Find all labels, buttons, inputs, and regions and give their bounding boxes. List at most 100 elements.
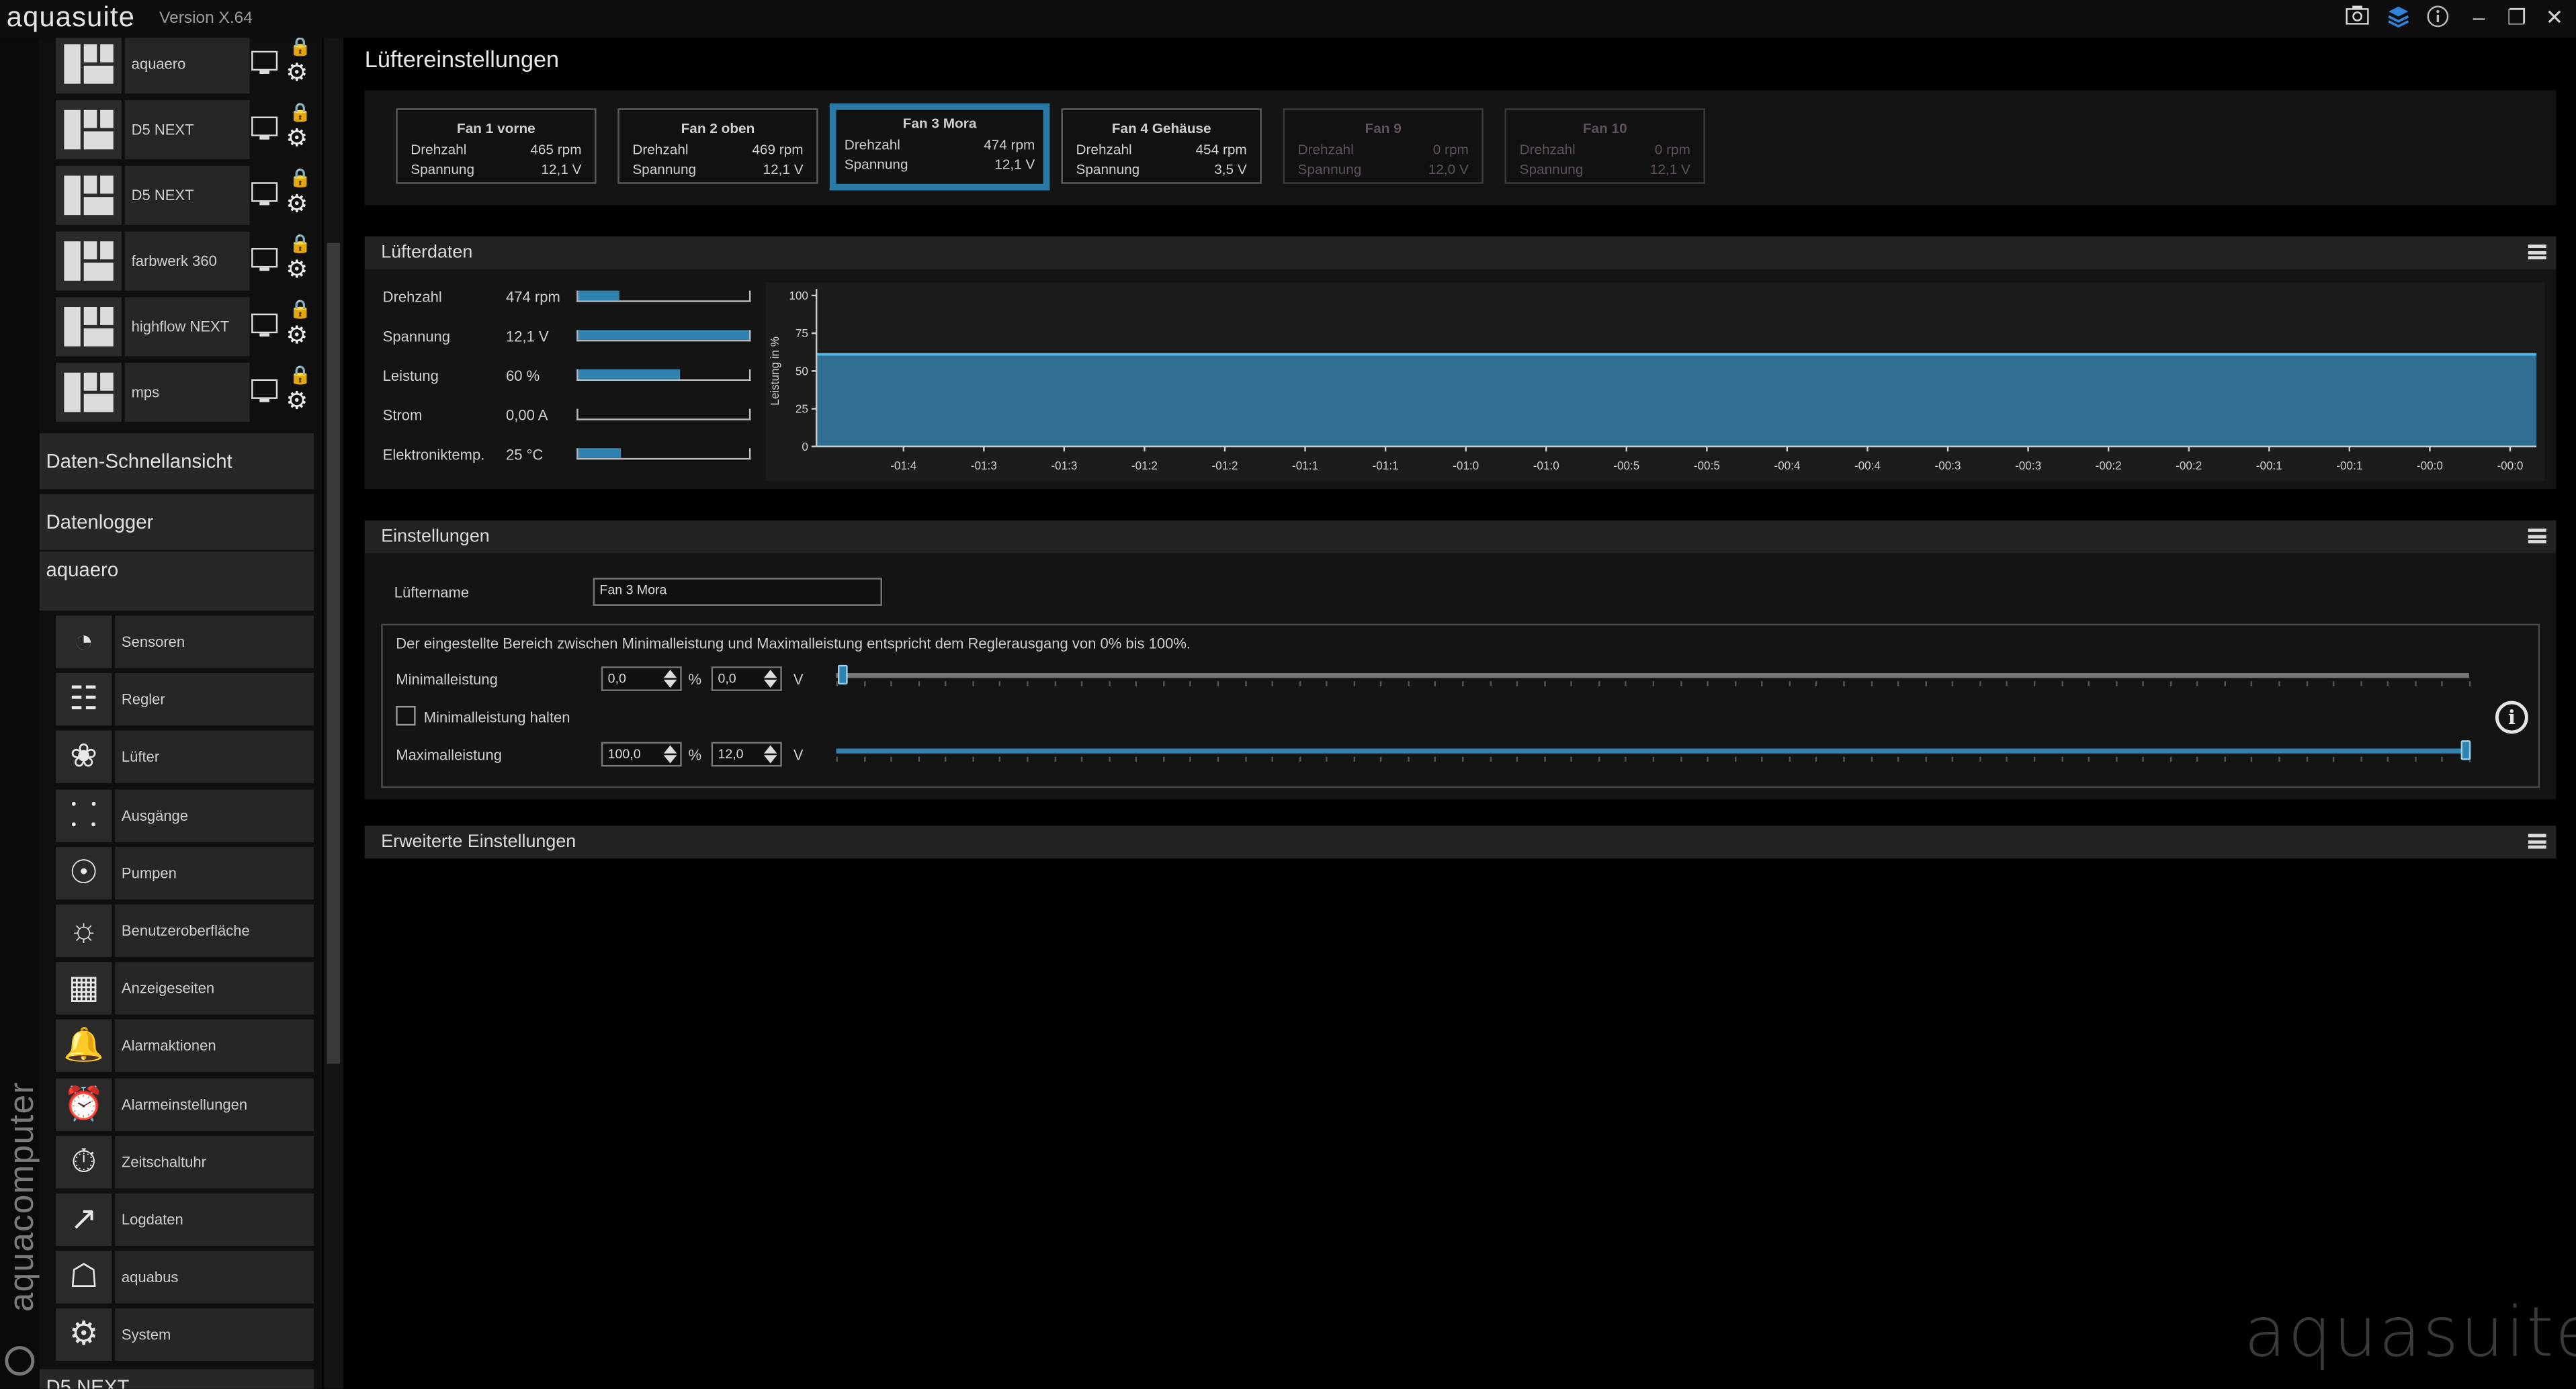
nav-group-datalogger[interactable]: Datenlogger: [39, 494, 314, 550]
network-icon[interactable]: ☖: [56, 1251, 112, 1304]
close-icon[interactable]: ✕: [2541, 5, 2567, 31]
max-percent-down-icon[interactable]: [663, 755, 677, 764]
device-row[interactable]: D5 NEXT 🔒 ⚙: [56, 100, 318, 160]
fan-card[interactable]: Fan 3 Mora Drehzahl 474 rpm Spannung 12,1 V: [829, 103, 1050, 191]
device-label[interactable]: highflow NEXT: [124, 297, 250, 357]
sidebar-item-lüfter[interactable]: ❀ Lüfter: [56, 731, 314, 784]
nav-group-device[interactable]: aquaero: [39, 551, 314, 611]
device-row[interactable]: D5 NEXT 🔒 ⚙: [56, 165, 318, 225]
lock-icon[interactable]: 🔒: [289, 38, 312, 57]
lock-icon[interactable]: 🔒: [289, 365, 312, 386]
max-volt-up-icon[interactable]: [763, 745, 777, 754]
fan-card[interactable]: Fan 1 vorne Drehzahl 465 rpm Spannung 12,1 V: [396, 108, 597, 184]
device-row[interactable]: highflow NEXT 🔒 ⚙: [56, 297, 318, 357]
max-volt-stepper[interactable]: 12,0: [711, 742, 782, 767]
device-label[interactable]: aquaero: [124, 38, 250, 94]
monitor-icon[interactable]: [251, 379, 278, 402]
sidebar-item-alarmeinstellungen[interactable]: ⏰ Alarmeinstellungen: [56, 1077, 314, 1130]
settings-menu-icon[interactable]: [2528, 528, 2546, 543]
fan-icon[interactable]: ❀: [56, 731, 112, 784]
max-power-slider-track[interactable]: [836, 748, 2469, 754]
device-label[interactable]: farbwerk 360: [124, 231, 250, 291]
lock-icon[interactable]: 🔒: [289, 167, 312, 189]
alarm-settings-icon[interactable]: ⏰: [56, 1077, 112, 1130]
display-pages-icon[interactable]: ▦: [56, 962, 112, 1015]
sidebar-item-benutzeroberfläche[interactable]: ☼ Benutzeroberfläche: [56, 904, 314, 957]
sidebar-item-ausgänge[interactable]: ⸬ Ausgänge: [56, 789, 314, 842]
sidebar-item-anzeigeseiten[interactable]: ▦ Anzeigeseiten: [56, 962, 314, 1015]
fan-card[interactable]: Fan 2 oben Drehzahl 469 rpm Spannung 12,1 V: [617, 108, 818, 184]
sidebar-item-logdaten[interactable]: ↗ Logdaten: [56, 1193, 314, 1246]
sidebar-item-pumpen[interactable]: ☉ Pumpen: [56, 846, 314, 899]
lock-icon[interactable]: 🔒: [289, 299, 312, 320]
min-percent-up-icon[interactable]: [663, 670, 677, 678]
log-chart-icon[interactable]: ↗: [56, 1193, 112, 1246]
lock-icon[interactable]: 🔒: [289, 233, 312, 254]
min-volt-up-icon[interactable]: [763, 670, 777, 678]
min-volt-down-icon[interactable]: [763, 679, 777, 688]
monitor-icon[interactable]: [251, 116, 278, 140]
info-circle-icon[interactable]: i: [2495, 701, 2528, 734]
device-layout-icon[interactable]: [56, 363, 122, 422]
monitor-icon[interactable]: [251, 248, 278, 271]
restore-icon[interactable]: ❐: [2503, 5, 2530, 31]
gear-icon[interactable]: ⚙: [286, 257, 308, 284]
pump-icon[interactable]: ☉: [56, 846, 112, 899]
sidebar-item-system[interactable]: ⚙ System: [56, 1308, 314, 1362]
min-power-slider[interactable]: [836, 664, 2471, 688]
advanced-settings-panel[interactable]: Erweiterte Einstellungen: [364, 825, 2557, 859]
timer-icon[interactable]: ⏱: [56, 1135, 112, 1188]
device-row[interactable]: farbwerk 360 🔒 ⚙: [56, 231, 318, 291]
monitor-icon[interactable]: [251, 313, 278, 337]
gear-icon[interactable]: ⚙: [286, 126, 308, 152]
layers-icon[interactable]: [2385, 5, 2411, 31]
advanced-settings-header[interactable]: Erweiterte Einstellungen: [364, 825, 2557, 859]
min-volt-stepper[interactable]: 0,0: [711, 666, 782, 691]
fan-card[interactable]: Fan 10 Drehzahl 0 rpm Spannung 12,1 V: [1504, 108, 1705, 184]
min-power-slider-handle[interactable]: [837, 664, 848, 685]
brightness-icon[interactable]: ☼: [56, 904, 112, 957]
min-percent-down-icon[interactable]: [663, 679, 677, 688]
fan-card[interactable]: Fan 4 Gehäuse Drehzahl 454 rpm Spannung 3,5 …: [1061, 108, 1262, 184]
gear-icon[interactable]: ⚙: [286, 322, 308, 349]
camera-icon[interactable]: [2344, 5, 2370, 31]
hold-min-checkbox[interactable]: [396, 705, 416, 726]
device-layout-icon[interactable]: [56, 165, 122, 225]
max-volt-down-icon[interactable]: [763, 755, 777, 764]
device-row[interactable]: aquaero 🔒 ⚙: [56, 38, 318, 94]
sidebar-scrollbar-thumb[interactable]: [327, 242, 341, 1064]
info-icon[interactable]: [2425, 5, 2451, 31]
sliders-icon[interactable]: ☷: [56, 673, 112, 726]
minimize-icon[interactable]: –: [2466, 5, 2492, 31]
device-row[interactable]: mps 🔒 ⚙: [56, 363, 318, 422]
max-power-slider[interactable]: [836, 740, 2471, 763]
monitor-icon[interactable]: [251, 182, 278, 206]
min-power-slider-track[interactable]: [836, 673, 2469, 678]
max-percent-stepper[interactable]: 100,0: [601, 742, 682, 767]
sidebar-item-alarmaktionen[interactable]: 🔔 Alarmaktionen: [56, 1020, 314, 1073]
sidebar-item-zeitschaltuhr[interactable]: ⏱ Zeitschaltuhr: [56, 1135, 314, 1188]
sidebar-item-aquabus[interactable]: ☖ aquabus: [56, 1251, 314, 1304]
monitor-icon[interactable]: [251, 50, 278, 74]
fan-card[interactable]: Fan 9 Drehzahl 0 rpm Spannung 12,0 V: [1283, 108, 1484, 184]
gear-icon[interactable]: ⚙: [56, 1308, 112, 1362]
nav-group-quickview[interactable]: Daten-Schnellansicht: [39, 433, 314, 490]
device-layout-icon[interactable]: [56, 38, 122, 94]
bell-icon[interactable]: 🔔: [56, 1020, 112, 1073]
device-label[interactable]: D5 NEXT: [124, 165, 250, 225]
outputs-icon[interactable]: ⸬: [56, 789, 112, 842]
advanced-settings-menu-icon[interactable]: [2528, 834, 2546, 849]
sidebar-item-sensoren[interactable]: ◔ Sensoren: [56, 615, 314, 668]
device-layout-icon[interactable]: [56, 100, 122, 160]
gear-icon[interactable]: ⚙: [286, 60, 308, 87]
device-layout-icon[interactable]: [56, 297, 122, 357]
gauge-icon[interactable]: ◔: [56, 615, 112, 668]
lock-icon[interactable]: 🔒: [289, 102, 312, 123]
fan-data-menu-icon[interactable]: [2528, 244, 2546, 260]
fan-name-input[interactable]: Fan 3 Mora: [593, 578, 882, 606]
device-label[interactable]: D5 NEXT: [124, 100, 250, 160]
sidebar-item-regler[interactable]: ☷ Regler: [56, 673, 314, 726]
device-layout-icon[interactable]: [56, 231, 122, 291]
gear-icon[interactable]: ⚙: [286, 191, 308, 218]
max-percent-up-icon[interactable]: [663, 745, 677, 754]
